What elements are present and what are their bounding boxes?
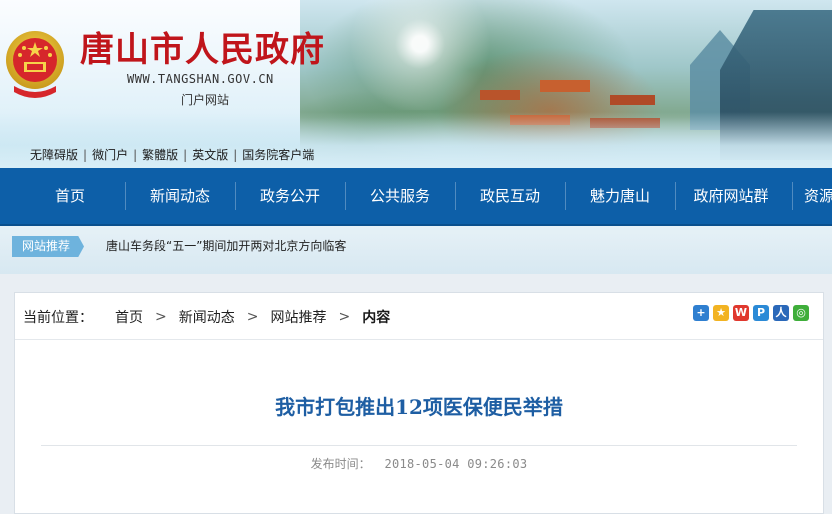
divider: | xyxy=(233,147,238,162)
divider xyxy=(41,445,797,446)
quick-link-traditional[interactable]: 繁體版 xyxy=(142,146,178,163)
breadcrumb-current: 内容 xyxy=(362,310,391,326)
weibo-icon[interactable]: W xyxy=(733,305,749,321)
nav-item-charm-tangshan[interactable]: 魅力唐山 xyxy=(578,168,662,224)
breadcrumb-recommend[interactable]: 网站推荐 xyxy=(270,307,326,327)
article-title: 我市打包推出12项医保便民举措 xyxy=(275,395,563,419)
chevron-right-icon: > xyxy=(246,309,259,325)
site-subtitle: 门户网站 xyxy=(181,93,230,107)
nav-item-interaction[interactable]: 政民互动 xyxy=(468,168,552,224)
news-ticker: 网站推荐 唐山车务段“五一”期间加开两对北京方向临客 xyxy=(0,226,832,274)
ticker-tag: 网站推荐 xyxy=(12,236,85,257)
share-toolbar: + ★ W P 人 ◎ xyxy=(693,305,809,321)
publish-time: 2018-05-04 09:26:03 xyxy=(384,457,528,471)
wechat-icon[interactable]: ◎ xyxy=(793,305,809,321)
quick-link-english[interactable]: 英文版 xyxy=(192,146,228,163)
site-title: 唐山市人民政府 xyxy=(80,30,325,70)
nav-item-home[interactable]: 首页 xyxy=(28,168,112,224)
content-panel: 当前位置： 首页 > 新闻动态 > 网站推荐 > 内容 + ★ W P 人 ◎ … xyxy=(14,292,824,514)
breadcrumb-news[interactable]: 新闻动态 xyxy=(179,307,235,327)
breadcrumb-home[interactable]: 首页 xyxy=(115,307,143,327)
tencent-weibo-icon[interactable]: P xyxy=(753,305,769,321)
quick-link-accessible[interactable]: 无障碍版 xyxy=(30,146,78,163)
divider: | xyxy=(183,147,188,162)
breadcrumb: 当前位置： 首页 > 新闻动态 > 网站推荐 > 内容 xyxy=(23,307,390,327)
nav-item-gov-affairs[interactable]: 政务公开 xyxy=(248,168,332,224)
chevron-right-icon: > xyxy=(155,309,167,325)
quick-links: 无障碍版 | 微门户 | 繁體版 | 英文版 | 国务院客户端 xyxy=(30,146,314,163)
renren-icon[interactable]: 人 xyxy=(773,305,789,321)
main-nav: 首页 新闻动态 政务公开 公共服务 政民互动 魅力唐山 政府网站群 资源 xyxy=(0,168,832,226)
chevron-right-icon: > xyxy=(338,309,351,325)
nav-item-public-service[interactable]: 公共服务 xyxy=(358,168,442,224)
breadcrumb-label: 当前位置： xyxy=(23,310,93,326)
quick-link-state-council-app[interactable]: 国务院客户端 xyxy=(242,146,314,163)
nav-item-resources[interactable]: 资源 xyxy=(804,168,832,224)
qzone-icon[interactable]: ★ xyxy=(713,305,729,321)
header-banner: 唐山市人民政府 WWW.TANGSHAN.GOV.CN 门户网站 无障碍版 | … xyxy=(0,0,832,168)
publish-meta: 发布时间： 2018-05-04 09:26:03 xyxy=(15,455,823,472)
quick-link-micro-portal[interactable]: 微门户 xyxy=(92,146,128,163)
site-url: WWW.TANGSHAN.GOV.CN xyxy=(127,72,274,86)
publish-label: 发布时间： xyxy=(310,457,371,471)
nav-item-site-group[interactable]: 政府网站群 xyxy=(682,168,780,224)
ticker-headline-link[interactable]: 唐山车务段“五一”期间加开两对北京方向临客 xyxy=(106,237,346,254)
breadcrumb-bar: 当前位置： 首页 > 新闻动态 > 网站推荐 > 内容 + ★ W P 人 ◎ xyxy=(15,293,823,340)
divider: | xyxy=(133,147,138,162)
add-share-icon[interactable]: + xyxy=(693,305,709,321)
divider: | xyxy=(83,147,88,162)
national-emblem-icon xyxy=(6,31,64,98)
nav-item-news[interactable]: 新闻动态 xyxy=(138,168,222,224)
